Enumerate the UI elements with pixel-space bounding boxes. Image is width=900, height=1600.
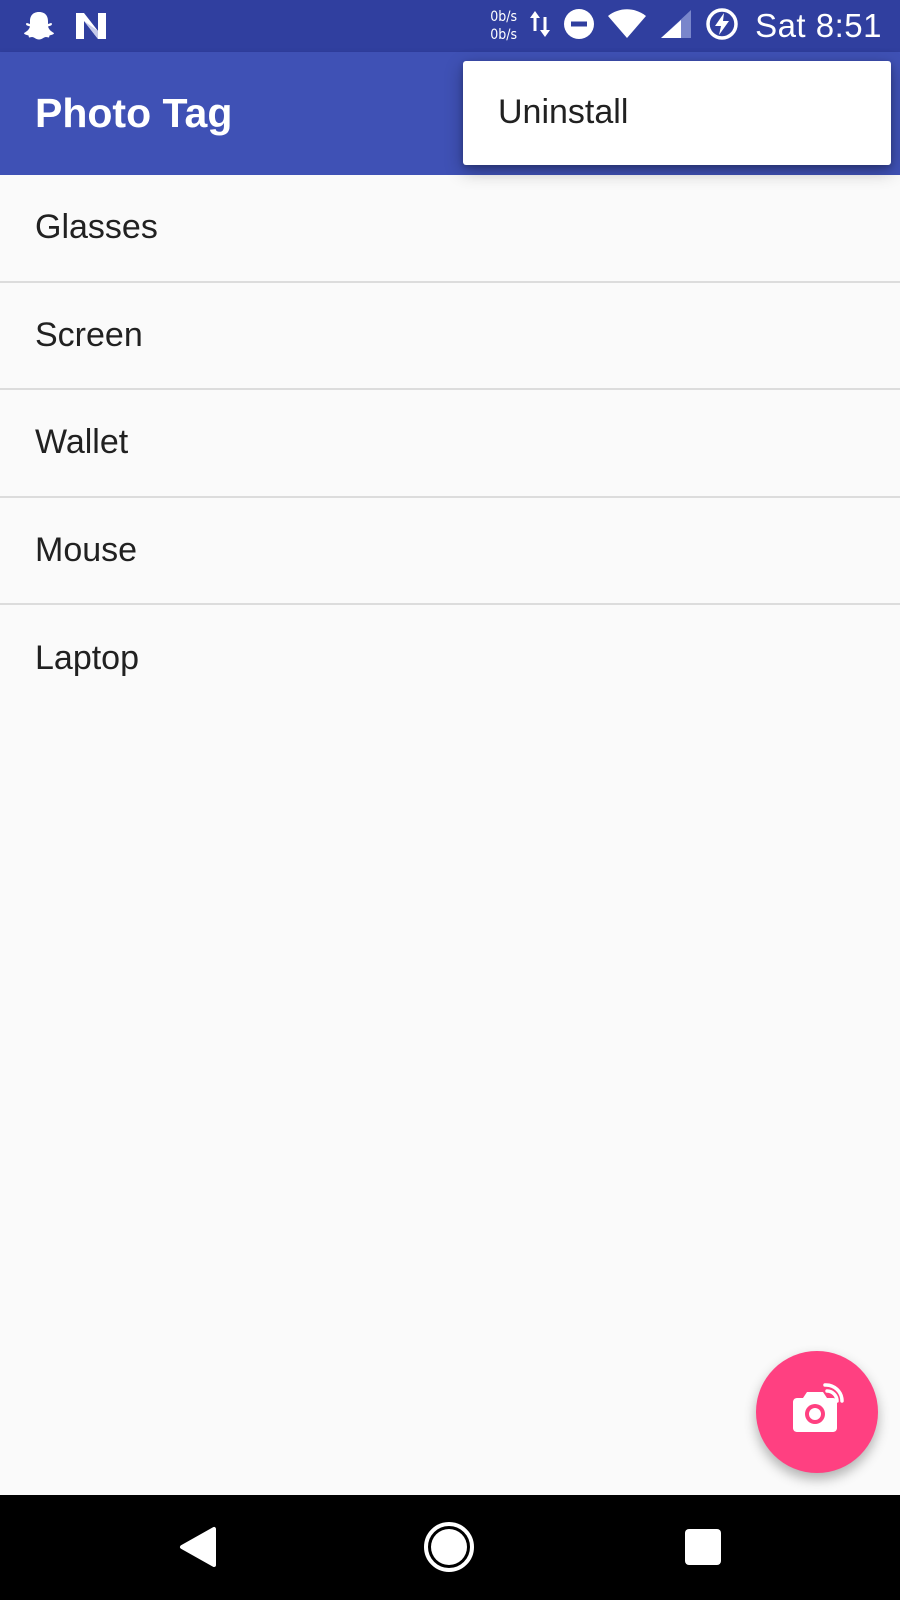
home-icon: [423, 1521, 475, 1578]
wifi-icon: [607, 8, 647, 45]
net-upload-speed: 0b/s: [490, 9, 518, 25]
tag-list: Glasses Screen Wallet Mouse Laptop: [0, 175, 900, 713]
snapchat-icon: [22, 10, 56, 47]
net-download-speed: 0b/s: [490, 27, 518, 43]
list-item[interactable]: Wallet: [0, 390, 900, 498]
system-nav-bar: [0, 1495, 900, 1600]
status-clock: Sat 8:51: [755, 7, 882, 44]
list-item[interactable]: Screen: [0, 282, 900, 390]
data-transfer-icon: [529, 9, 551, 44]
battery-charging-icon: [705, 7, 739, 46]
network-speed: 0b/s 0b/s: [490, 8, 517, 44]
n-notification-icon: [74, 11, 108, 46]
status-right-icons: 0b/s 0b/s Sat 8:51: [490, 0, 882, 52]
status-left-icons: [22, 10, 108, 47]
cell-signal-icon: [659, 8, 693, 45]
recents-icon: [683, 1527, 723, 1572]
home-button[interactable]: [421, 1521, 477, 1577]
list-item[interactable]: Laptop: [0, 605, 900, 713]
list-item[interactable]: Mouse: [0, 497, 900, 605]
status-bar: 0b/s 0b/s Sat 8:51: [0, 0, 900, 52]
back-icon: [178, 1525, 218, 1574]
camera-fab-button[interactable]: [756, 1351, 878, 1473]
back-button[interactable]: [170, 1521, 226, 1577]
do-not-disturb-icon: [563, 8, 595, 45]
app-title: Photo Tag: [35, 90, 233, 136]
overflow-menu: Uninstall: [463, 61, 891, 165]
camera-switch-icon: [787, 1382, 847, 1443]
menu-item-uninstall[interactable]: Uninstall: [498, 93, 628, 132]
list-item[interactable]: Glasses: [0, 175, 900, 283]
recents-button[interactable]: [675, 1521, 731, 1577]
